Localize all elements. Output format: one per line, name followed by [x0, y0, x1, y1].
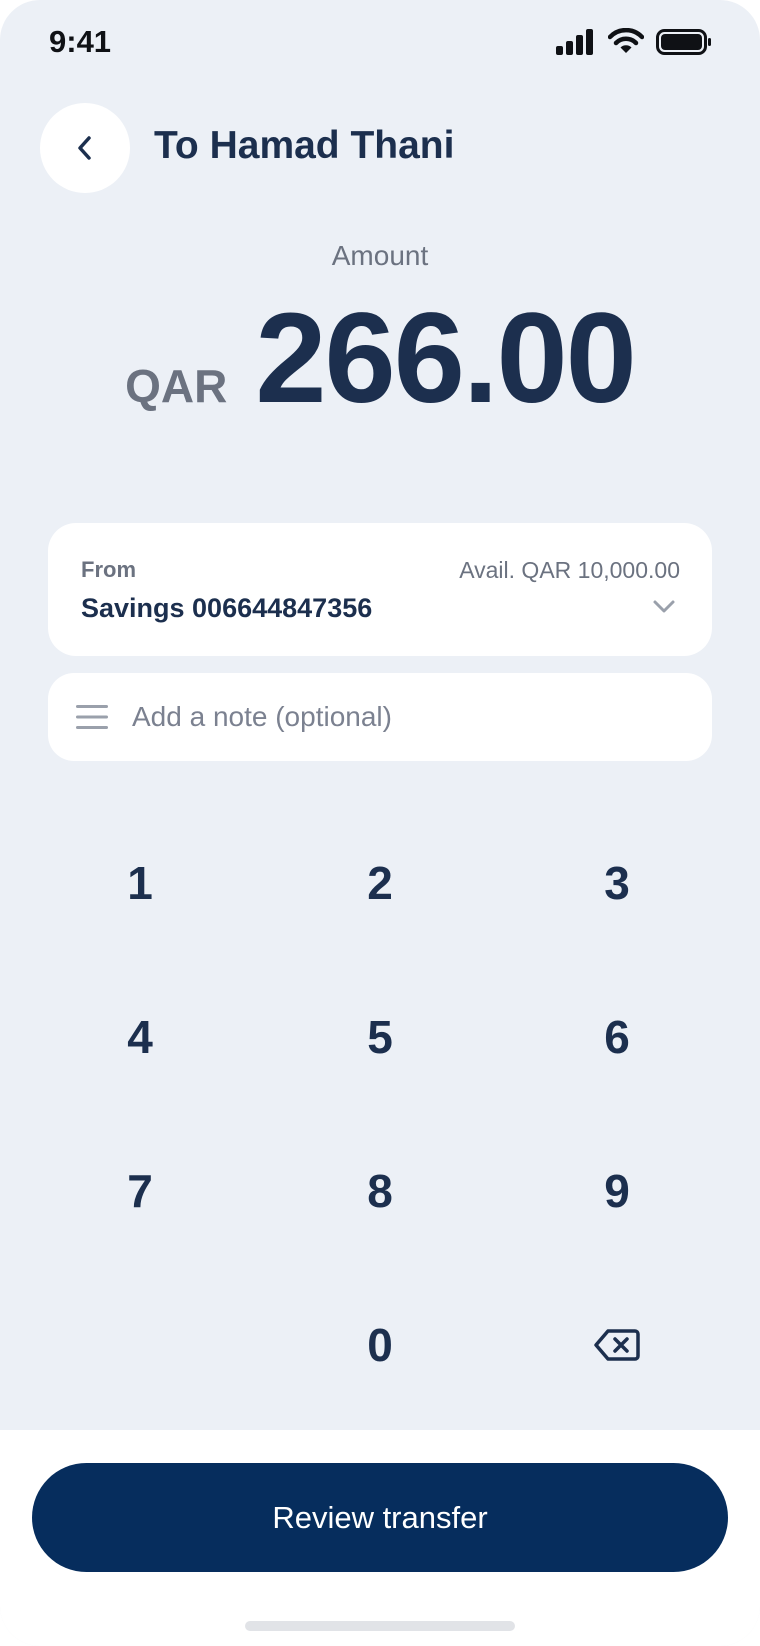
keypad-key-1[interactable]: 1	[40, 823, 240, 943]
battery-icon	[656, 28, 711, 55]
amount-value: 266.00	[255, 287, 636, 430]
keypad-key-7[interactable]: 7	[40, 1131, 240, 1251]
status-time: 9:41	[49, 24, 112, 59]
from-account-name: Savings 006644847356	[81, 593, 373, 623]
available-balance: Avail. QAR 10,000.00	[459, 557, 680, 583]
bottom-action-panel: Review transfer	[0, 1430, 760, 1646]
back-button[interactable]	[40, 103, 130, 193]
keypad-key-4[interactable]: 4	[40, 977, 240, 1097]
page-title: To Hamad Thani	[154, 124, 455, 167]
keypad-key-6[interactable]: 6	[517, 977, 717, 1097]
keypad-key-5[interactable]: 5	[280, 977, 480, 1097]
transfer-amount-screen: 9:41 To Hamad Thani Amount QAR 266.00 Fr…	[0, 0, 760, 1646]
from-label: From	[81, 557, 136, 582]
keypad-backspace[interactable]	[517, 1285, 717, 1405]
wifi-icon	[608, 28, 644, 53]
home-indicator	[245, 1621, 515, 1631]
status-icons	[556, 28, 712, 55]
keypad-key-2[interactable]: 2	[280, 823, 480, 943]
amount-currency: QAR	[125, 360, 228, 412]
amount-label: Amount	[331, 240, 429, 271]
keypad-key-9[interactable]: 9	[517, 1131, 717, 1251]
note-input[interactable]	[132, 701, 652, 733]
from-account-selector[interactable]: From Avail. QAR 10,000.00 Savings 006644…	[48, 523, 712, 656]
keypad-key-0[interactable]: 0	[280, 1285, 480, 1405]
cellular-signal-icon	[556, 28, 593, 55]
keypad-key-8[interactable]: 8	[280, 1131, 480, 1251]
amount-display: QAR 266.00	[0, 295, 760, 423]
backspace-icon	[594, 1329, 640, 1361]
menu-lines-icon	[76, 703, 108, 731]
note-field[interactable]	[48, 673, 712, 761]
keypad-key-3[interactable]: 3	[517, 823, 717, 943]
chevron-left-icon	[78, 136, 91, 160]
review-transfer-button[interactable]: Review transfer	[32, 1463, 728, 1572]
chevron-down-icon	[653, 600, 675, 613]
